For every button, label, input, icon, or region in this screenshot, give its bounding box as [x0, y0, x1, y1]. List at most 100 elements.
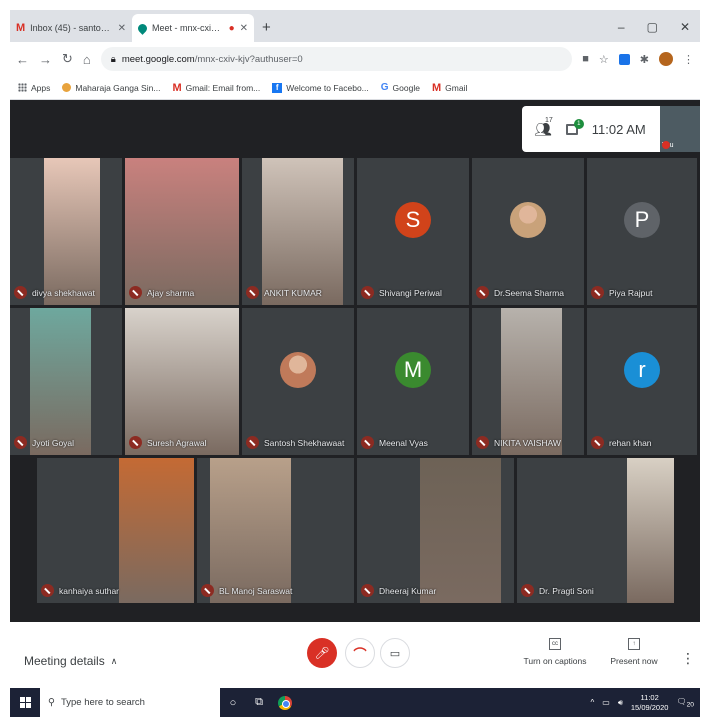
back-icon[interactable]: ← — [16, 52, 29, 67]
star-icon[interactable]: ☆ — [599, 53, 609, 66]
menu-icon[interactable]: ⋮ — [683, 53, 694, 66]
cortana-icon[interactable]: ○ — [220, 697, 246, 709]
search-icon: ⚲ — [48, 697, 55, 708]
volume-icon[interactable]: 🔊︎ — [618, 698, 623, 708]
profile-avatar[interactable] — [659, 52, 673, 66]
notifications-icon[interactable]: 🗨︎20 — [676, 697, 694, 709]
bookmark-label: Welcome to Facebo... — [286, 82, 369, 93]
bookmark-item[interactable]: M Gmail — [432, 82, 467, 94]
screen: M Inbox (45) - santoshkshekhawat@gmail.c… — [0, 0, 710, 717]
self-view-tile[interactable]: You — [659, 106, 700, 152]
participant-name: ANKIT KUMAR — [264, 287, 322, 298]
more-options-button[interactable]: ⋮ — [681, 650, 695, 667]
present-icon: ↑ — [628, 638, 640, 650]
mic-off-icon — [361, 286, 374, 299]
participant-tile[interactable]: Dheeraj Kumar — [357, 458, 514, 603]
camera-icon[interactable]: ■ — [582, 53, 589, 65]
participant-tile[interactable]: Dr. Pragti Soni — [517, 458, 674, 603]
bookmark-label: Maharaja Ganga Sin... — [75, 82, 161, 93]
start-button[interactable] — [10, 697, 40, 708]
participant-tile[interactable]: kanhaiya suthar — [37, 458, 194, 603]
notification-count: 20 — [686, 701, 694, 709]
participant-tile[interactable]: Santosh Shekhawaat — [242, 308, 354, 455]
recording-dot-icon: ● — [228, 22, 235, 34]
camera-toggle-button[interactable]: ▭ — [380, 638, 410, 668]
meeting-details-button[interactable]: Meeting details ∧ — [24, 654, 117, 668]
taskbar-clock[interactable]: 11:02 15/09/2020 — [631, 693, 669, 713]
tab-close-icon[interactable]: ✕ — [118, 23, 126, 34]
tab-meet[interactable]: Meet - mnx-cxiv-kjv ● ✕ — [132, 14, 254, 42]
bookmark-item[interactable]: Maharaja Ganga Sin... — [62, 83, 160, 93]
participant-name-bar: ANKIT KUMAR — [246, 286, 322, 299]
extension-icon[interactable] — [618, 53, 630, 65]
gmail-icon: M — [172, 81, 182, 94]
battery-icon[interactable]: ▭ — [602, 698, 610, 707]
mic-toggle-button[interactable]: 🎤︎ — [307, 638, 337, 668]
participant-tile[interactable]: Jyoti Goyal — [10, 308, 122, 455]
participant-avatar: r — [624, 352, 660, 388]
home-icon[interactable]: ⌂ — [83, 52, 91, 67]
close-window-button[interactable]: ✕ — [680, 20, 690, 34]
minimize-button[interactable]: – — [618, 20, 625, 34]
meeting-controls-bar: Meeting details ∧ 🎤︎ ⌒ ▭ cc Turn on capt… — [10, 622, 700, 688]
mic-off-icon — [521, 584, 534, 597]
tab-gmail[interactable]: M Inbox (45) - santoshkshekhawat@gmail.c… — [10, 14, 132, 42]
participant-tile[interactable]: S Shivangi Periwal — [357, 158, 469, 305]
bookmark-apps[interactable]: Apps — [18, 83, 50, 93]
task-view-icon[interactable]: ⧉ — [246, 696, 272, 709]
chat-button[interactable]: 1 — [565, 118, 584, 135]
participant-avatar: S — [395, 202, 431, 238]
maximize-button[interactable]: ▢ — [647, 20, 658, 34]
participant-tile[interactable]: P Piya Rajput — [587, 158, 697, 305]
bookmark-label: Google — [392, 82, 420, 93]
people-button[interactable]: 👥︎ 17 — [534, 117, 553, 138]
bookmark-item[interactable]: f Welcome to Facebo... — [272, 82, 369, 93]
chrome-taskbar-button[interactable] — [272, 695, 298, 710]
taskbar-search[interactable]: ⚲ Type here to search — [40, 688, 220, 717]
present-now-button[interactable]: ↑ Present now — [604, 638, 664, 666]
url-input[interactable]: 🔒︎ meet.google.com/mnx-cxiv-kjv?authuser… — [100, 47, 573, 71]
participant-avatar: M — [395, 352, 431, 388]
site-icon — [62, 83, 72, 92]
window-controls: – ▢ ✕ — [608, 20, 700, 42]
tray-chevron-icon[interactable]: ^ — [591, 698, 595, 707]
participant-name-bar: Shivangi Periwal — [361, 286, 442, 299]
participant-video — [262, 158, 343, 305]
puzzle-icon[interactable]: ✱ — [640, 53, 649, 66]
participant-tile[interactable]: BL Manoj Saraswat — [197, 458, 354, 603]
captions-label: Turn on captions — [523, 656, 587, 666]
mic-off-icon — [361, 584, 374, 597]
mic-off-icon — [476, 436, 489, 449]
captions-icon: cc — [549, 638, 561, 650]
participant-tile[interactable]: ANKIT KUMAR — [242, 158, 354, 305]
tab-close-icon[interactable]: ✕ — [240, 23, 248, 34]
meeting-clock: 11:02 AM — [591, 121, 646, 137]
forward-icon[interactable]: → — [39, 52, 52, 67]
participant-tile[interactable]: Ajay sharma — [125, 158, 239, 305]
mic-off-icon — [129, 436, 142, 449]
participant-name-bar: kanhaiya suthar — [41, 584, 119, 597]
gmail-icon: M — [16, 22, 26, 34]
captions-button[interactable]: cc Turn on captions — [522, 638, 588, 666]
chat-badge: 1 — [573, 118, 584, 129]
new-tab-button[interactable]: + — [254, 19, 279, 42]
participant-tile[interactable]: NIKITA VAISHAW — [472, 308, 584, 455]
bookmark-item[interactable]: G Google — [381, 82, 420, 93]
participant-video — [118, 458, 194, 603]
participant-name-bar: Dr. Pragti Soni — [521, 584, 594, 597]
participant-tile[interactable]: M Meenal Vyas — [357, 308, 469, 455]
url-host: meet.google.com — [121, 53, 195, 65]
participant-tile[interactable]: Suresh Agrawal — [125, 308, 239, 455]
tab-title: Meet - mnx-cxiv-kjv — [152, 23, 224, 33]
participant-name: Dheeraj Kumar — [379, 585, 437, 596]
participant-tile[interactable]: r rehan khan — [587, 308, 697, 455]
leave-call-button[interactable]: ⌒ — [345, 638, 375, 668]
lock-icon: 🔒︎ — [110, 53, 116, 65]
participant-name-bar: Jyoti Goyal — [14, 436, 74, 449]
participant-tile[interactable]: Dr.Seema Sharma — [472, 158, 584, 305]
url-path: /mnx-cxiv-kjv?authuser=0 — [194, 53, 303, 65]
participant-tile[interactable]: divya shekhawat — [10, 158, 122, 305]
mic-off-icon — [201, 584, 214, 597]
reload-icon[interactable]: ↻ — [62, 51, 73, 67]
bookmark-item[interactable]: M Gmail: Email from... — [172, 82, 260, 94]
